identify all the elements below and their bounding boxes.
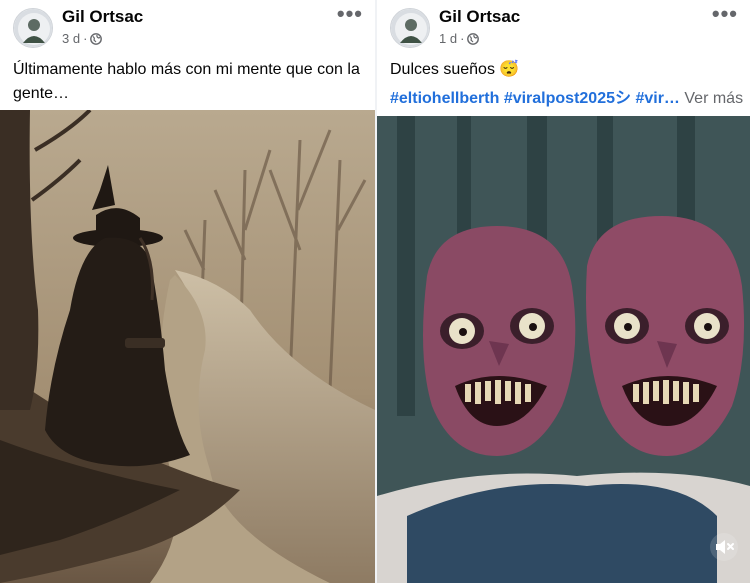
post-card: Gil Ortsac 1 d · ••• Dulces sueños 😴 #el… <box>377 0 750 583</box>
hashtag-link[interactable]: #viralpost2025シ <box>504 90 631 107</box>
post-caption: Últimamente hablo más con mi mente que c… <box>13 61 360 102</box>
post-caption: Dulces sueños 😴 <box>390 61 520 78</box>
post-image[interactable] <box>0 110 375 583</box>
post-time[interactable]: 1 d <box>439 31 457 46</box>
author-name[interactable]: Gil Ortsac <box>439 7 520 27</box>
more-options-icon[interactable]: ••• <box>337 3 363 25</box>
post-time[interactable]: 3 d <box>62 31 80 46</box>
muted-speaker-icon <box>716 540 734 554</box>
mute-toggle-button[interactable] <box>710 533 738 561</box>
more-options-icon[interactable]: ••• <box>712 3 738 25</box>
avatar[interactable] <box>13 8 53 48</box>
avatar[interactable] <box>390 8 430 48</box>
meta-separator: · <box>460 31 465 46</box>
meta-separator: · <box>83 31 88 46</box>
hashtag-line: #eltiohellberth #viralpost2025シ #vir… Ve… <box>390 84 743 108</box>
author-name[interactable]: Gil Ortsac <box>62 7 143 27</box>
post-meta: 3 d · <box>62 31 103 46</box>
hashtag-link[interactable]: #eltiohellberth <box>390 90 499 107</box>
hashtag-link[interactable]: #vir… <box>635 90 679 107</box>
post-card: Gil Ortsac 3 d · ••• Últimamente hablo m… <box>0 0 375 583</box>
post-video[interactable] <box>377 116 750 583</box>
globe-icon <box>90 32 103 45</box>
see-more-link[interactable]: Ver más <box>684 90 743 107</box>
two-creepy-faces-video <box>377 116 750 583</box>
witch-by-river-illustration <box>0 110 375 583</box>
globe-icon <box>467 32 480 45</box>
post-meta: 1 d · <box>439 31 480 46</box>
